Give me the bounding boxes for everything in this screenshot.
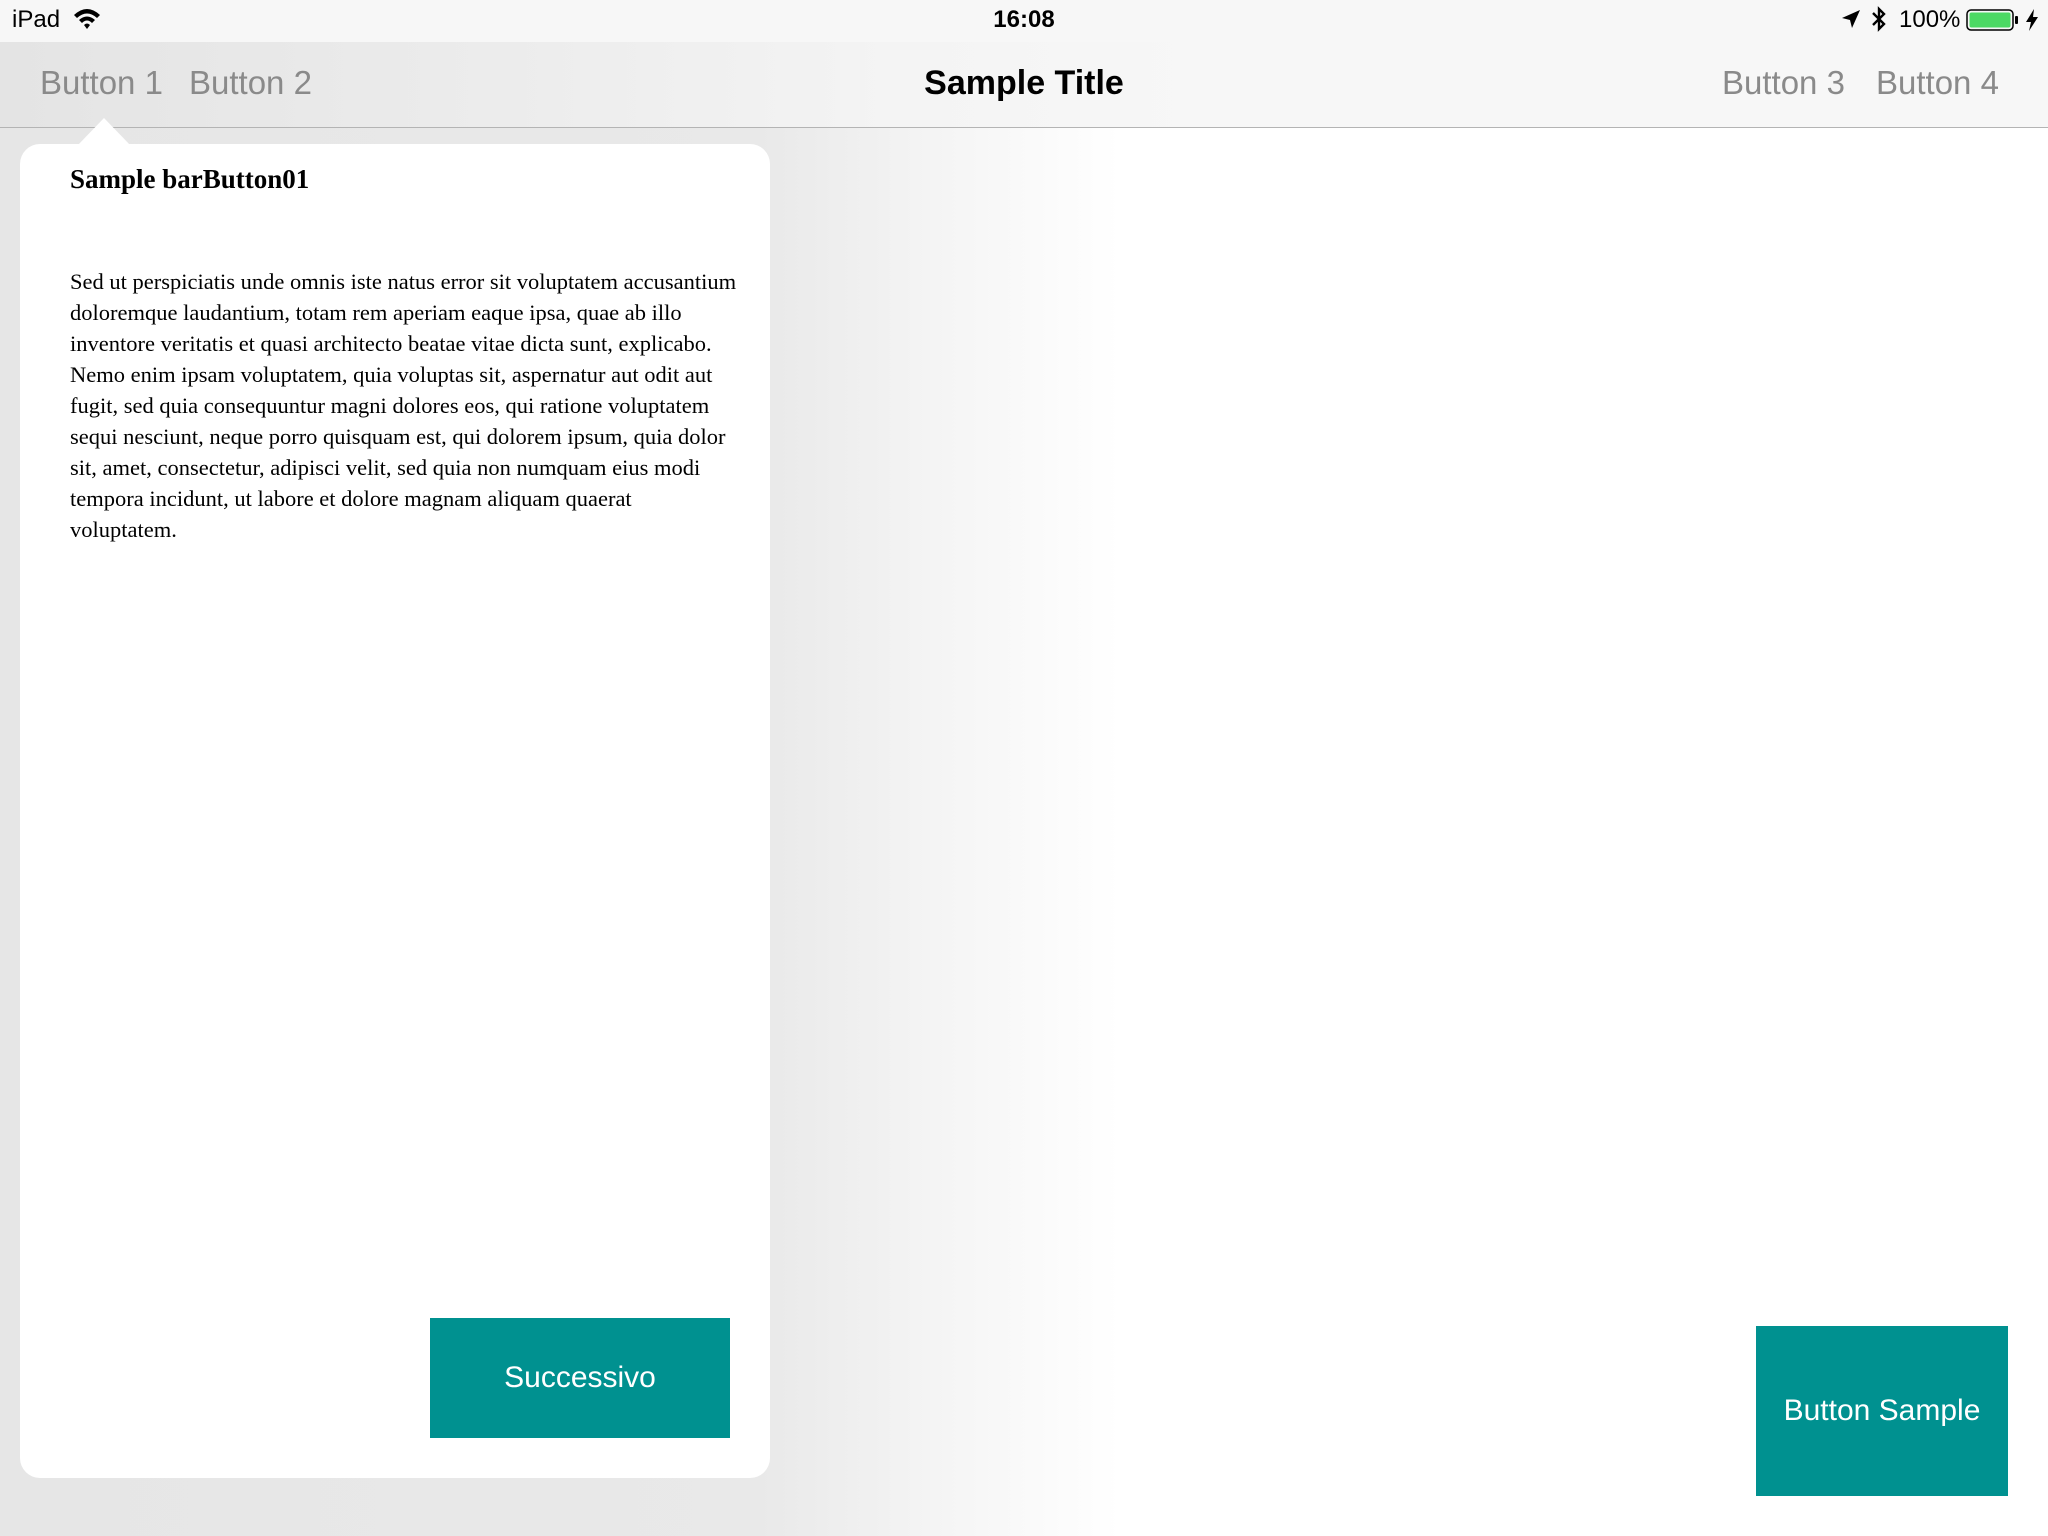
- battery-icon: [1966, 9, 2018, 31]
- sample-button[interactable]: Button Sample: [1756, 1326, 2008, 1496]
- charging-icon: [2026, 9, 2038, 31]
- popover-body-text: Sed ut perspiciatis unde omnis iste natu…: [70, 269, 737, 542]
- battery-percent: 100%: [1899, 6, 1961, 33]
- popover: Sample barButton01 Sed ut perspiciatis u…: [20, 144, 770, 1478]
- status-bar: iPad 16:08 100%: [0, 0, 2048, 42]
- popover-arrow: [78, 118, 130, 145]
- button-4[interactable]: Button 4: [1876, 64, 1999, 102]
- navigation-bar: Button 1 Button 2 Sample Title Button 3 …: [0, 42, 2048, 128]
- bluetooth-icon: [1872, 6, 1886, 32]
- clock: 16:08: [993, 6, 1055, 33]
- popover-title: Sample barButton01: [70, 164, 310, 194]
- next-button[interactable]: Successivo: [430, 1318, 730, 1438]
- button-3[interactable]: Button 3: [1722, 64, 1845, 102]
- location-icon: [1842, 10, 1860, 28]
